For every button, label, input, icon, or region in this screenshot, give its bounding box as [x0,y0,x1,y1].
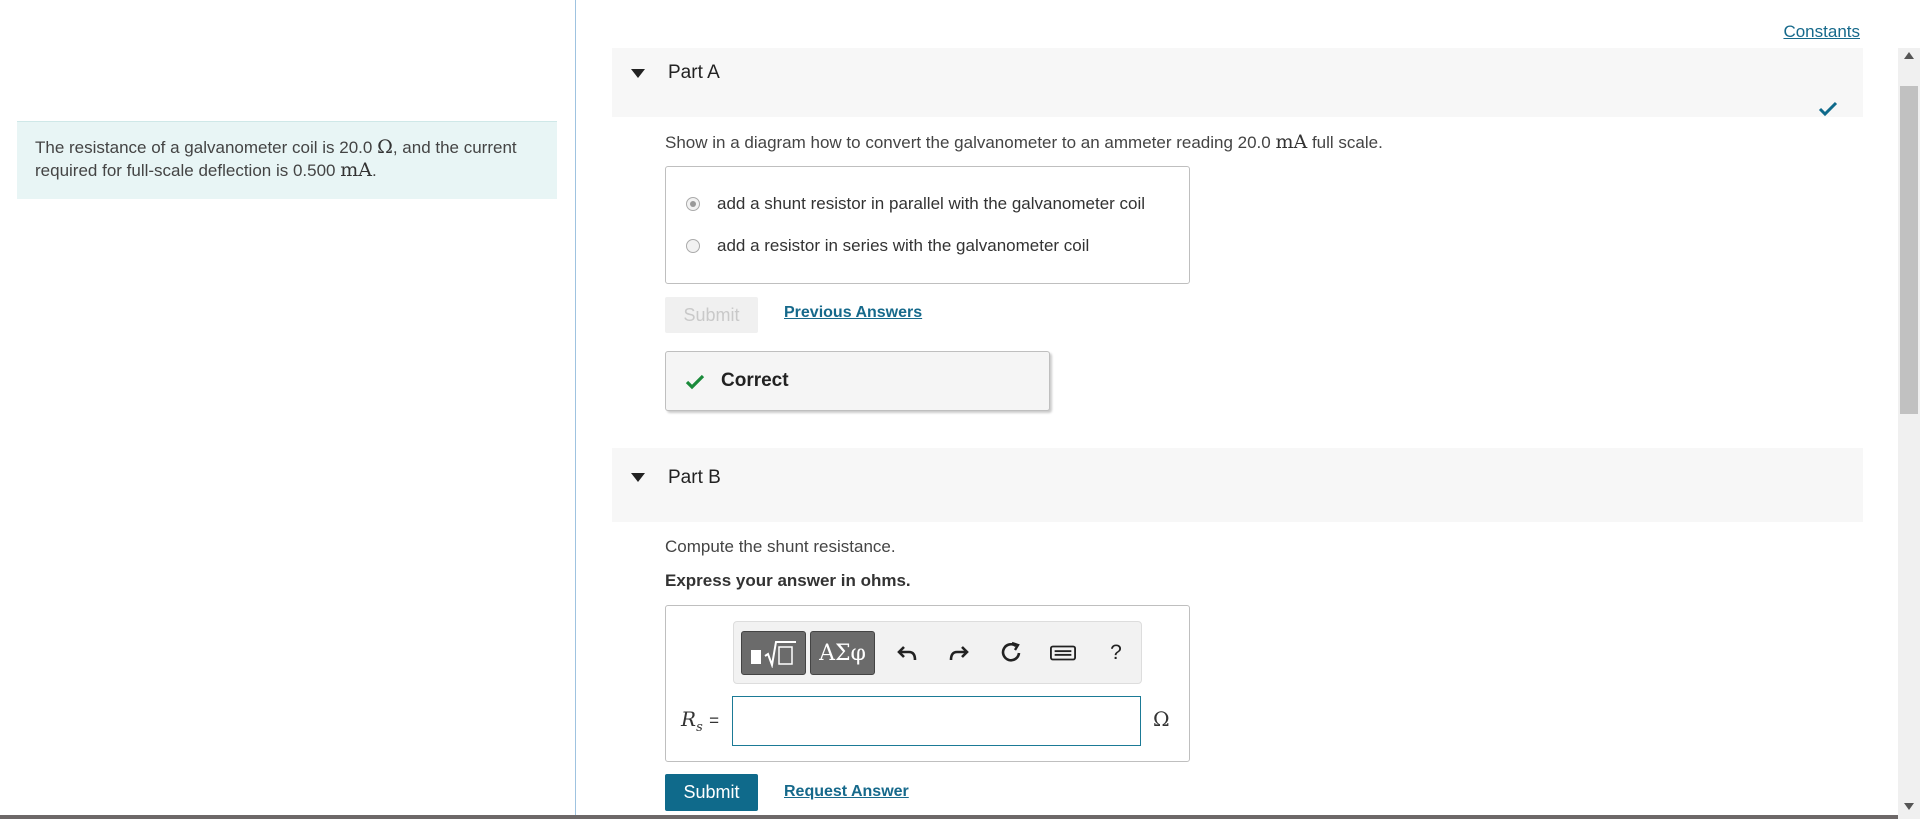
equals-sign: = [709,711,720,730]
feedback-box: Correct [665,351,1050,411]
intro-text-1: The resistance of a galvanometer coil is… [35,138,378,157]
variable-symbol: R [681,707,697,731]
multiple-choice-group: add a shunt resistor in parallel with th… [665,166,1190,284]
fraction-sqrt-icon [750,641,796,668]
templates-button[interactable] [741,631,806,675]
milliamp-unit: mA [340,159,372,181]
left-pane: The resistance of a galvanometer coil is… [0,0,576,819]
part-b-title: Part B [668,467,721,488]
intro-text-3: . [371,161,377,180]
radio-button[interactable] [686,239,700,253]
part-complete-check-icon [1818,101,1838,117]
variable-label: Rs = [681,707,719,735]
request-answer-link[interactable]: Request Answer [784,783,909,801]
reset-icon[interactable] [998,640,1024,666]
question-text: Show in a diagram how to convert the gal… [665,133,1276,152]
choice-label: add a shunt resistor in parallel with th… [717,194,1146,213]
part-a-header[interactable]: Part A [612,48,1863,117]
scrollbar[interactable] [1898,48,1920,819]
keyboard-icon[interactable] [1050,640,1076,666]
previous-answers-link[interactable]: Previous Answers [784,304,922,322]
constants-link[interactable]: Constants [1783,22,1860,42]
choice-series[interactable]: add a resistor in series with the galvan… [686,236,1089,256]
choice-parallel[interactable]: add a shunt resistor in parallel with th… [686,194,1145,214]
ohm-unit: Ω [377,136,393,158]
submit-button[interactable]: Submit [665,774,758,811]
feedback-text: Correct [721,370,789,391]
variable-subscript: s [696,720,703,735]
undo-icon[interactable] [894,640,920,666]
question-text-end: full scale. [1307,133,1383,152]
answer-input[interactable] [732,696,1141,746]
math-toolbar: ΑΣφ ? [733,621,1142,684]
problem-intro: The resistance of a galvanometer coil is… [17,121,557,199]
scroll-thumb[interactable] [1900,86,1918,414]
question-unit: mA [1275,131,1308,153]
help-button[interactable]: ? [1103,640,1129,666]
part-b-instruction: Express your answer in ohms. [665,571,911,590]
unit-label: Ω [1153,707,1170,731]
choice-label: add a resistor in series with the galvan… [717,236,1090,255]
radio-button-selected[interactable] [686,197,700,211]
submit-button-disabled: Submit [665,297,758,333]
symbols-button[interactable]: ΑΣφ [810,631,875,675]
part-a-title: Part A [668,62,720,83]
collapse-caret-icon[interactable] [631,473,645,482]
part-a-question: Show in a diagram how to convert the gal… [665,131,1383,153]
scroll-down-arrow-icon[interactable] [1904,803,1914,810]
correct-check-icon [685,374,705,390]
part-b-question: Compute the shunt resistance. [665,537,896,556]
scroll-up-arrow-icon[interactable] [1904,52,1914,59]
part-b-header[interactable]: Part B [612,448,1863,522]
redo-icon[interactable] [946,640,972,666]
answer-box: ΑΣφ ? Rs = Ω [665,605,1190,762]
bottom-border [0,815,1898,819]
collapse-caret-icon[interactable] [631,69,645,78]
